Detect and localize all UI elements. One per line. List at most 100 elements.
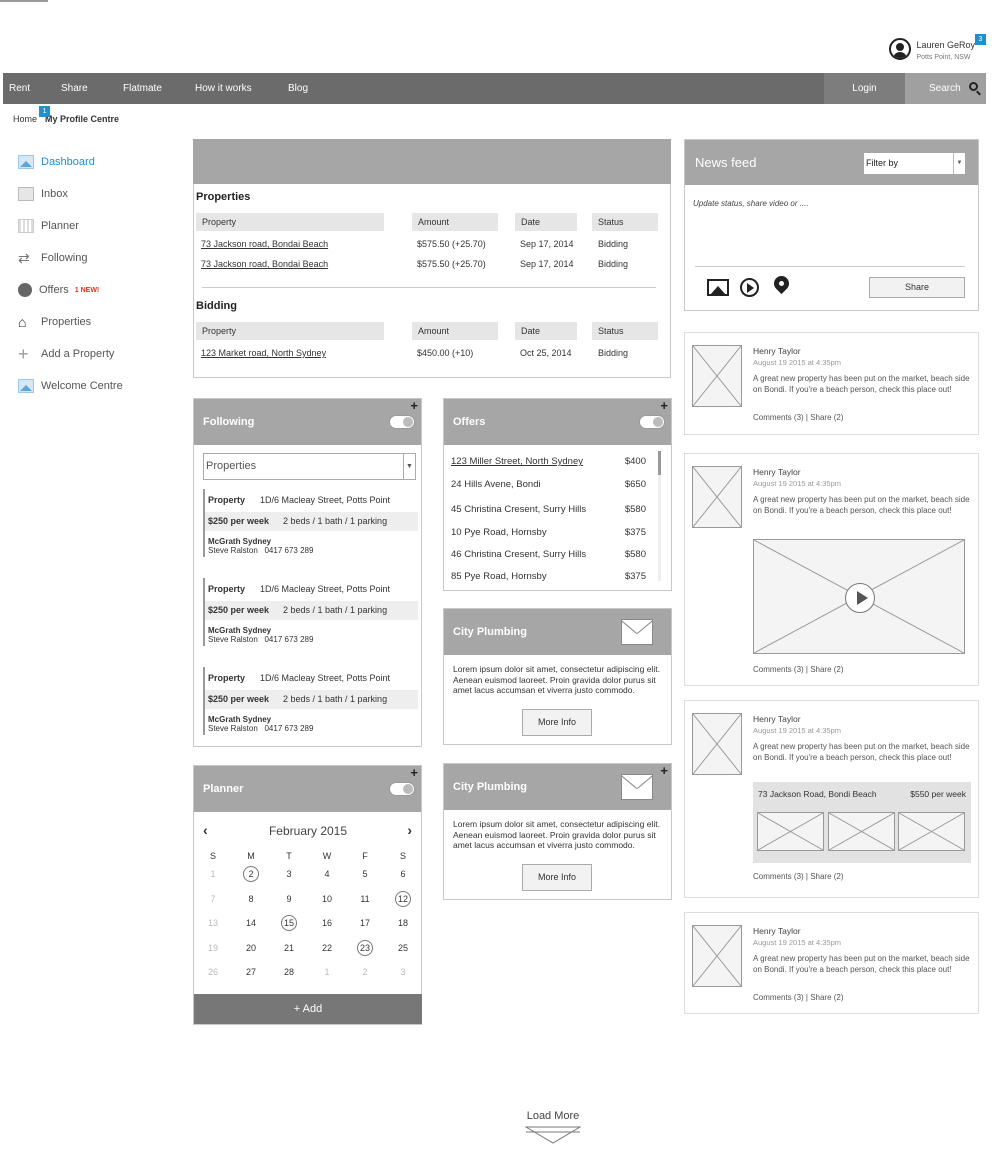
- share-button[interactable]: Share: [869, 277, 965, 298]
- calendar-day[interactable]: 27: [232, 962, 270, 982]
- calendar-day[interactable]: 12: [384, 889, 422, 909]
- offer-item[interactable]: 10 Pye Road, Hornsby $375: [451, 527, 646, 538]
- video-player[interactable]: [753, 539, 965, 654]
- calendar-day[interactable]: 14: [232, 913, 270, 933]
- post-thumbnail[interactable]: [692, 713, 742, 775]
- post-thumbnail[interactable]: [692, 925, 742, 987]
- calendar-day[interactable]: 11: [346, 889, 384, 909]
- nav-flatmate[interactable]: Flatmate: [117, 73, 189, 104]
- sidebar-item-properties[interactable]: ⌂ Properties: [18, 306, 178, 338]
- post-meta[interactable]: Comments (3) | Share (2): [753, 993, 844, 1002]
- add-icon[interactable]: +: [660, 399, 668, 412]
- listing-photo[interactable]: [898, 812, 965, 851]
- calendar-day[interactable]: 17: [346, 913, 384, 933]
- post-author[interactable]: Henry Taylor: [753, 346, 801, 356]
- sidebar-item-add-property[interactable]: + Add a Property: [18, 338, 178, 370]
- calendar-day[interactable]: 8: [232, 889, 270, 909]
- video-play-icon[interactable]: [740, 278, 759, 297]
- calendar-day[interactable]: 7: [194, 889, 232, 909]
- offers-toggle[interactable]: [639, 415, 665, 429]
- play-icon[interactable]: [845, 583, 875, 613]
- post-meta[interactable]: Comments (3) | Share (2): [753, 872, 844, 881]
- post-author[interactable]: Henry Taylor: [753, 714, 801, 724]
- add-icon[interactable]: +: [410, 766, 418, 779]
- following-item[interactable]: Property 1D/6 Macleay Street, Potts Poin…: [205, 669, 418, 688]
- property-link[interactable]: 73 Jackson road, Bondai Beach: [201, 239, 328, 249]
- nav-share[interactable]: Share: [55, 73, 117, 104]
- add-event-button[interactable]: + Add: [194, 994, 422, 1024]
- calendar-day[interactable]: 26: [194, 962, 232, 982]
- offer-item[interactable]: 46 Christina Cresent, Surry Hills $580: [451, 549, 646, 560]
- following-item[interactable]: Property 1D/6 Macleay Street, Potts Poin…: [205, 580, 418, 599]
- calendar-day[interactable]: 2: [232, 864, 270, 884]
- calendar-day[interactable]: 2: [346, 962, 384, 982]
- post-thumbnail[interactable]: [692, 345, 742, 407]
- avatar[interactable]: [889, 38, 912, 60]
- calendar-day[interactable]: 4: [308, 864, 346, 884]
- calendar-day[interactable]: 3: [384, 962, 422, 982]
- post-author[interactable]: Henry Taylor: [753, 467, 801, 477]
- planner-toggle[interactable]: [389, 782, 415, 796]
- breadcrumb-home[interactable]: Home: [13, 114, 37, 124]
- calendar-day[interactable]: 9: [270, 889, 308, 909]
- calendar-day[interactable]: 15: [270, 913, 308, 933]
- chevron-right-icon[interactable]: ›: [407, 822, 412, 838]
- post-meta[interactable]: Comments (3) | Share (2): [753, 665, 844, 674]
- offer-item[interactable]: 123 Miller Street, North Sydney $400: [451, 456, 646, 467]
- calendar-day[interactable]: 6: [384, 864, 422, 884]
- sidebar-item-dashboard[interactable]: Dashboard: [18, 146, 178, 178]
- calendar-day[interactable]: 22: [308, 938, 346, 958]
- post-meta[interactable]: Comments (3) | Share (2): [753, 413, 844, 422]
- nav-how-it-works[interactable]: How it works: [189, 73, 282, 104]
- post-thumbnail[interactable]: [692, 466, 742, 528]
- user-profile[interactable]: Lauren GeRoy Potts Point, NSW 3: [889, 34, 986, 61]
- calendar-day[interactable]: 28: [270, 962, 308, 982]
- add-icon[interactable]: +: [410, 399, 418, 412]
- sidebar-item-following[interactable]: ⇄ Following: [18, 242, 178, 274]
- nav-rent[interactable]: Rent: [3, 73, 55, 104]
- calendar-day[interactable]: 1: [194, 864, 232, 884]
- post-author[interactable]: Henry Taylor: [753, 926, 801, 936]
- calendar-day[interactable]: 21: [270, 938, 308, 958]
- calendar-day[interactable]: 1: [308, 962, 346, 982]
- offer-item[interactable]: 45 Christina Cresent, Surry Hills $580: [451, 504, 646, 515]
- more-info-button[interactable]: More Info: [522, 864, 592, 891]
- scrollbar-track[interactable]: [658, 451, 661, 581]
- listing-card[interactable]: 73 Jackson Road, Bondi Beach $550 per we…: [753, 782, 971, 863]
- status-input[interactable]: Update status, share video or ....: [693, 199, 809, 208]
- calendar-day[interactable]: 13: [194, 913, 232, 933]
- following-item[interactable]: Property 1D/6 Macleay Street, Potts Poin…: [205, 491, 418, 510]
- offer-address[interactable]: 123 Miller Street, North Sydney: [451, 456, 583, 467]
- offer-item[interactable]: 24 Hills Avene, Bondi $650: [451, 479, 646, 490]
- listing-photo[interactable]: [757, 812, 824, 851]
- property-link[interactable]: 123 Market road, North Sydney: [201, 348, 326, 358]
- sidebar-item-offers[interactable]: Offers 1 NEW!: [18, 274, 178, 306]
- notification-badge[interactable]: 3: [975, 34, 986, 45]
- more-info-button[interactable]: More Info: [522, 709, 592, 736]
- calendar-day[interactable]: 19: [194, 938, 232, 958]
- calendar-day[interactable]: 3: [270, 864, 308, 884]
- listing-photo[interactable]: [828, 812, 895, 851]
- calendar-day[interactable]: 25: [384, 938, 422, 958]
- filter-select[interactable]: Filter by ▼: [864, 153, 965, 174]
- sidebar-item-planner[interactable]: Planner: [18, 210, 178, 242]
- following-toggle[interactable]: [389, 415, 415, 429]
- load-more-button[interactable]: Load More: [500, 1110, 606, 1148]
- calendar-day[interactable]: 16: [308, 913, 346, 933]
- add-icon[interactable]: +: [660, 764, 668, 777]
- search-button[interactable]: Search: [905, 73, 986, 104]
- calendar-day[interactable]: 5: [346, 864, 384, 884]
- calendar-day[interactable]: 20: [232, 938, 270, 958]
- location-pin-icon[interactable]: [770, 272, 793, 295]
- sidebar-item-inbox[interactable]: Inbox: [18, 178, 178, 210]
- property-link[interactable]: 73 Jackson road, Bondai Beach: [201, 259, 328, 269]
- calendar-day[interactable]: 23: [346, 938, 384, 958]
- following-select[interactable]: Properties ▼: [203, 453, 416, 480]
- offer-item[interactable]: 85 Pye Road, Hornsby $375: [451, 571, 646, 582]
- calendar-day[interactable]: 10: [308, 889, 346, 909]
- nav-blog[interactable]: Blog: [282, 73, 342, 104]
- calendar-day[interactable]: 18: [384, 913, 422, 933]
- sidebar-item-welcome-centre[interactable]: Welcome Centre: [18, 370, 178, 402]
- login-button[interactable]: Login: [824, 73, 905, 104]
- scrollbar-thumb[interactable]: [658, 451, 661, 475]
